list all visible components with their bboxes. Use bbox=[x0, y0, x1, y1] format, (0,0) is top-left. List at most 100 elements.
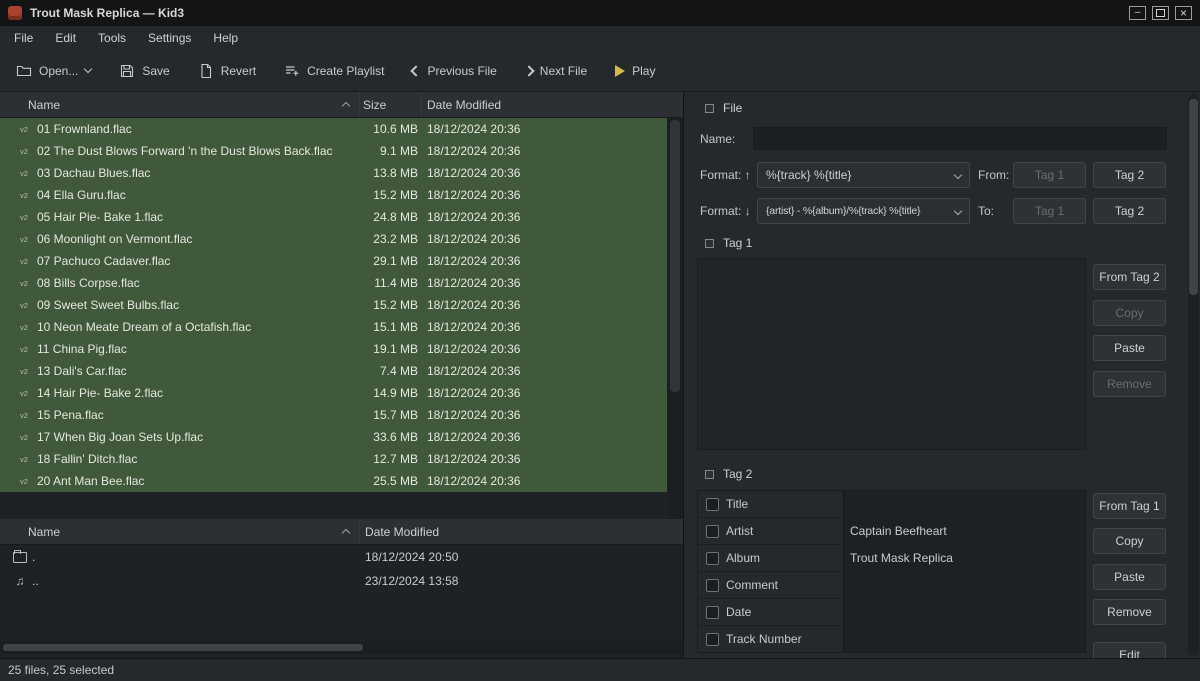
tag1-section-header[interactable]: Tag 1 bbox=[705, 236, 752, 250]
section-collapse-icon bbox=[705, 239, 714, 248]
tag2-field-row: Artist Captain Beefheart bbox=[698, 518, 1085, 545]
tag-version-icon bbox=[20, 433, 37, 442]
right-panel-scrollbar-thumb[interactable] bbox=[1189, 99, 1198, 295]
menu-item[interactable]: Edit bbox=[44, 31, 87, 45]
create-playlist-button[interactable]: Create Playlist bbox=[284, 63, 384, 79]
tag-editor-panel: File Name: Format: ↑ %{track} %{title} F… bbox=[684, 92, 1200, 658]
tag2-paste-button[interactable]: Paste bbox=[1093, 564, 1166, 590]
minimize-button[interactable] bbox=[1129, 6, 1146, 20]
kid3-window: Trout Mask Replica — Kid3 File Edit Tool… bbox=[0, 0, 1200, 681]
file-row[interactable]: 07 Pachuco Cadaver.flac 29.1 MB 18/12/20… bbox=[0, 250, 668, 272]
column-header-date-modified[interactable]: Date Modified bbox=[422, 92, 683, 117]
menu-item[interactable]: Help bbox=[202, 31, 249, 45]
column-header-name[interactable]: Name bbox=[0, 92, 360, 117]
file-row[interactable]: 13 Dali's Car.flac 7.4 MB 18/12/2024 20:… bbox=[0, 360, 668, 382]
file-row[interactable]: 15 Pena.flac 15.7 MB 18/12/2024 20:36 bbox=[0, 404, 668, 426]
from-tag2-button[interactable]: Tag 2 bbox=[1093, 162, 1166, 188]
dir-column-header-date-modified[interactable]: Date Modified bbox=[360, 519, 683, 544]
playlist-icon bbox=[284, 63, 300, 79]
file-size: 7.4 MB bbox=[360, 364, 418, 378]
file-row[interactable]: 06 Moonlight on Vermont.flac 23.2 MB 18/… bbox=[0, 228, 668, 250]
tag2-from-tag1-button[interactable]: From Tag 1 bbox=[1093, 493, 1166, 519]
field-value-cell[interactable] bbox=[843, 491, 1085, 517]
file-row[interactable]: 02 The Dust Blows Forward 'n the Dust Bl… bbox=[0, 140, 668, 162]
field-label: Date bbox=[726, 605, 751, 619]
tag2-copy-button[interactable]: Copy bbox=[1093, 528, 1166, 554]
save-button[interactable]: Save bbox=[119, 63, 169, 79]
file-list-scrollbar-thumb[interactable] bbox=[670, 120, 680, 392]
dir-row[interactable]: .. 23/12/2024 13:58 bbox=[0, 569, 683, 593]
file-list: 01 Frownland.flac 10.6 MB 18/12/2024 20:… bbox=[0, 118, 668, 492]
play-button[interactable]: Play bbox=[615, 64, 655, 78]
close-button[interactable] bbox=[1175, 6, 1192, 20]
field-value-cell[interactable] bbox=[843, 572, 1085, 598]
field-checkbox[interactable] bbox=[706, 579, 719, 592]
filename-input[interactable] bbox=[753, 127, 1167, 150]
file-row[interactable]: 10 Neon Meate Dream of a Octafish.flac 1… bbox=[0, 316, 668, 338]
file-row[interactable]: 14 Hair Pie- Bake 2.flac 14.9 MB 18/12/2… bbox=[0, 382, 668, 404]
revert-button[interactable]: Revert bbox=[198, 63, 256, 79]
file-row[interactable]: 03 Dachau Blues.flac 13.8 MB 18/12/2024 … bbox=[0, 162, 668, 184]
file-size: 29.1 MB bbox=[360, 254, 418, 268]
dir-column-header-name[interactable]: Name bbox=[0, 519, 360, 544]
file-row[interactable]: 01 Frownland.flac 10.6 MB 18/12/2024 20:… bbox=[0, 118, 668, 140]
field-checkbox[interactable] bbox=[706, 525, 719, 538]
next-file-button[interactable]: Next File bbox=[525, 64, 587, 78]
tag1-paste-button[interactable]: Paste bbox=[1093, 335, 1166, 361]
right-panel-scrollbar[interactable] bbox=[1188, 94, 1199, 656]
format-to-combobox[interactable]: {artist} - %{album}/%{track} %{title} bbox=[757, 198, 970, 224]
format-to-label: Format: ↓ bbox=[700, 198, 751, 224]
format-from-combobox[interactable]: %{track} %{title} bbox=[757, 162, 970, 188]
file-date-modified: 18/12/2024 20:36 bbox=[418, 342, 520, 356]
file-size: 19.1 MB bbox=[360, 342, 418, 356]
to-tag2-button[interactable]: Tag 2 bbox=[1093, 198, 1166, 224]
chevron-down-icon bbox=[84, 65, 92, 73]
tag2-section-title: Tag 2 bbox=[723, 467, 752, 481]
file-row[interactable]: 11 China Pig.flac 19.1 MB 18/12/2024 20:… bbox=[0, 338, 668, 360]
horizontal-scrollbar-thumb[interactable] bbox=[3, 644, 363, 651]
file-date-modified: 18/12/2024 20:36 bbox=[418, 254, 520, 268]
horizontal-scrollbar[interactable] bbox=[0, 641, 684, 654]
file-row[interactable]: 09 Sweet Sweet Bulbs.flac 15.2 MB 18/12/… bbox=[0, 294, 668, 316]
file-size: 15.1 MB bbox=[360, 320, 418, 334]
column-header-size[interactable]: Size bbox=[360, 92, 422, 117]
file-row[interactable]: 05 Hair Pie- Bake 1.flac 24.8 MB 18/12/2… bbox=[0, 206, 668, 228]
menu-item[interactable]: File bbox=[3, 31, 44, 45]
field-checkbox[interactable] bbox=[706, 633, 719, 646]
tag1-remove-button: Remove bbox=[1093, 371, 1166, 397]
field-value-cell[interactable] bbox=[843, 626, 1085, 652]
field-value-cell[interactable] bbox=[843, 599, 1085, 625]
dir-name-header-label: Name bbox=[28, 525, 60, 539]
name-header-label: Name bbox=[28, 98, 60, 112]
format-to-value: {artist} - %{album}/%{track} %{title} bbox=[766, 205, 920, 217]
file-row[interactable]: 20 Ant Man Bee.flac 25.5 MB 18/12/2024 2… bbox=[0, 470, 668, 492]
file-section-title: File bbox=[723, 101, 742, 115]
file-row[interactable]: 17 When Big Joan Sets Up.flac 33.6 MB 18… bbox=[0, 426, 668, 448]
open-button[interactable]: Open... bbox=[16, 63, 91, 79]
previous-file-button[interactable]: Previous File bbox=[412, 64, 496, 78]
field-value-cell[interactable]: Captain Beefheart bbox=[843, 518, 1085, 544]
tag2-section-header[interactable]: Tag 2 bbox=[705, 467, 752, 481]
tag2-field-row: Date bbox=[698, 599, 1085, 626]
field-value-cell[interactable]: Trout Mask Replica bbox=[843, 545, 1085, 571]
dir-row[interactable]: . 18/12/2024 20:50 bbox=[0, 545, 683, 569]
field-checkbox[interactable] bbox=[706, 498, 719, 511]
file-size: 14.9 MB bbox=[360, 386, 418, 400]
file-row[interactable]: 08 Bills Corpse.flac 11.4 MB 18/12/2024 … bbox=[0, 272, 668, 294]
file-list-scrollbar[interactable] bbox=[667, 118, 683, 520]
file-section-header[interactable]: File bbox=[705, 101, 742, 115]
maximize-button[interactable] bbox=[1152, 6, 1169, 20]
field-checkbox[interactable] bbox=[706, 606, 719, 619]
field-checkbox[interactable] bbox=[706, 552, 719, 565]
tag2-remove-button[interactable]: Remove bbox=[1093, 599, 1166, 625]
tag1-from-tag2-button[interactable]: From Tag 2 bbox=[1093, 264, 1166, 290]
file-row[interactable]: 04 Ella Guru.flac 15.2 MB 18/12/2024 20:… bbox=[0, 184, 668, 206]
menu-item[interactable]: Tools bbox=[87, 31, 137, 45]
file-date-modified: 18/12/2024 20:36 bbox=[418, 188, 520, 202]
tag2-edit-button[interactable]: Edit bbox=[1093, 642, 1166, 658]
menu-item[interactable]: Settings bbox=[137, 31, 202, 45]
file-name: 20 Ant Man Bee.flac bbox=[37, 474, 360, 488]
revert-icon bbox=[198, 63, 214, 79]
tag2-field-row: Track Number bbox=[698, 626, 1085, 653]
file-row[interactable]: 18 Fallin' Ditch.flac 12.7 MB 18/12/2024… bbox=[0, 448, 668, 470]
